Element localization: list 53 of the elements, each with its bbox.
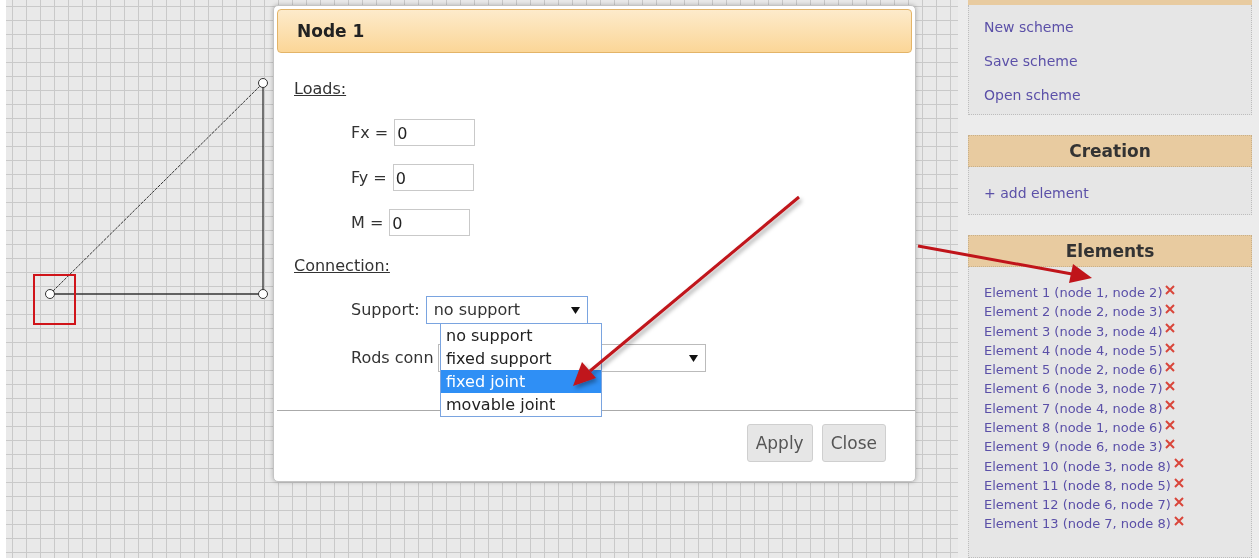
element-link[interactable]: Element 11 (node 8, node 5) — [984, 475, 1171, 496]
dropdown-option[interactable]: fixed joint — [441, 370, 601, 393]
field-label: Fy = — [351, 166, 387, 189]
field-label: M = — [351, 211, 384, 234]
element-link[interactable]: Element 4 (node 4, node 5) — [984, 340, 1163, 361]
element-link[interactable]: Element 9 (node 6, node 3) — [984, 437, 1163, 457]
dropdown-option[interactable]: fixed support — [441, 347, 601, 370]
delete-icon[interactable] — [1165, 381, 1176, 392]
menu-link[interactable]: Open scheme — [984, 85, 1081, 106]
delete-icon[interactable] — [1165, 303, 1176, 314]
element-link[interactable]: Element 10 (node 3, node 8) — [984, 456, 1171, 477]
dialog-title: Node 1 — [277, 9, 912, 53]
panel-header: Elements — [968, 235, 1252, 267]
input-field[interactable]: 0 — [392, 164, 474, 191]
element-link[interactable]: Element 7 (node 4, node 8) — [984, 398, 1163, 419]
dialog-button[interactable]: Close — [821, 424, 886, 462]
dialog-button[interactable]: Apply — [746, 424, 813, 462]
dropdown-option[interactable]: no support — [441, 324, 601, 347]
section-heading: Loads: — [294, 78, 347, 100]
delete-icon[interactable] — [1165, 284, 1176, 295]
field-label: Support: — [351, 299, 420, 321]
element-link[interactable]: Element 1 (node 1, node 2) — [984, 282, 1163, 303]
delete-icon[interactable] — [1165, 439, 1176, 449]
delete-icon[interactable] — [1165, 342, 1176, 353]
element-link[interactable]: Element 6 (node 3, node 7) — [984, 379, 1163, 399]
delete-icon[interactable] — [1173, 477, 1184, 488]
dropdown-option[interactable]: movable joint — [441, 393, 601, 416]
input-field[interactable]: 0 — [394, 119, 476, 146]
delete-icon[interactable] — [1173, 458, 1184, 469]
panel-header: Creation — [968, 135, 1252, 167]
field-label: Fx = — [351, 121, 389, 144]
delete-icon[interactable] — [1165, 419, 1176, 430]
element-link[interactable]: Element 2 (node 2, node 3) — [984, 302, 1163, 322]
delete-icon[interactable] — [1165, 361, 1176, 372]
delete-icon[interactable] — [1165, 323, 1176, 334]
delete-icon[interactable] — [1173, 516, 1184, 527]
element-link[interactable]: Element 12 (node 6, node 7) — [984, 495, 1171, 515]
element-link[interactable]: Element 8 (node 1, node 6) — [984, 418, 1163, 438]
field-label: Rods conn — [351, 347, 434, 369]
element-link[interactable]: Element 13 (node 7, node 8) — [984, 514, 1171, 534]
menu-link[interactable]: Save scheme — [984, 51, 1078, 72]
delete-icon[interactable] — [1173, 496, 1184, 507]
section-heading: Connection: — [294, 255, 390, 277]
element-link[interactable]: Element 5 (node 2, node 6) — [984, 360, 1163, 380]
caret-icon — [570, 306, 580, 314]
delete-icon[interactable] — [1165, 400, 1176, 411]
caret-icon — [688, 354, 698, 362]
input-field[interactable]: 0 — [389, 209, 471, 236]
highlight-frame — [33, 274, 76, 325]
element-link[interactable]: Element 3 (node 3, node 4) — [984, 321, 1163, 341]
menu-link[interactable]: New scheme — [984, 17, 1074, 38]
support-select[interactable]: no support — [425, 296, 588, 324]
add-element-link[interactable]: + add element — [984, 183, 1089, 204]
